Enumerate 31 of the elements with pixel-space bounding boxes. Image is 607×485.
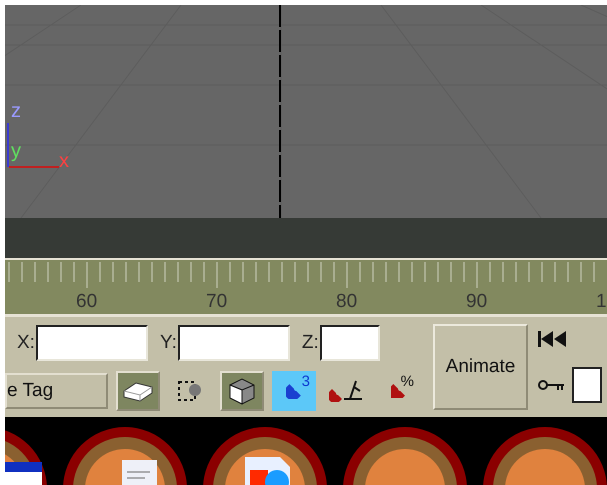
axis-label: z [11, 100, 21, 122]
frame-number: 80 [336, 291, 358, 312]
go-to-start-icon[interactable] [538, 331, 566, 347]
coordinate-field[interactable] [36, 325, 148, 361]
axis-tripod-icon [7, 123, 59, 168]
key-icon[interactable] [538, 379, 564, 391]
angle-snap-icon [329, 380, 363, 402]
document-icon[interactable] [245, 457, 290, 485]
frame-number: 90 [466, 291, 488, 312]
coordinate-label: Y: [160, 332, 177, 354]
magnet-icon [286, 383, 302, 399]
animate-button[interactable]: Animate [433, 324, 528, 410]
frame-number: 70 [206, 291, 228, 312]
coordinate-label: Z: [302, 332, 319, 354]
coordinate-label: X: [17, 332, 35, 354]
selection-icon [177, 378, 203, 404]
frame-number: 1 [596, 291, 607, 312]
coordinate-field[interactable] [320, 325, 380, 361]
window-icon[interactable] [5, 462, 42, 485]
toolbar-button[interactable]: 3 [272, 371, 316, 411]
cube-icon [227, 376, 257, 406]
frame-number: 60 [76, 291, 98, 312]
toolbar-button[interactable] [220, 371, 264, 411]
toolbar-button[interactable]: % [376, 371, 420, 411]
axis-label: x [59, 150, 69, 172]
notepad-icon[interactable] [122, 460, 157, 485]
tag-field[interactable]: e Tag [5, 373, 108, 409]
frame-field[interactable] [572, 367, 602, 403]
coordinate-field[interactable] [178, 325, 290, 361]
axis-label: y [11, 140, 21, 162]
toolbar-button[interactable] [116, 371, 160, 411]
